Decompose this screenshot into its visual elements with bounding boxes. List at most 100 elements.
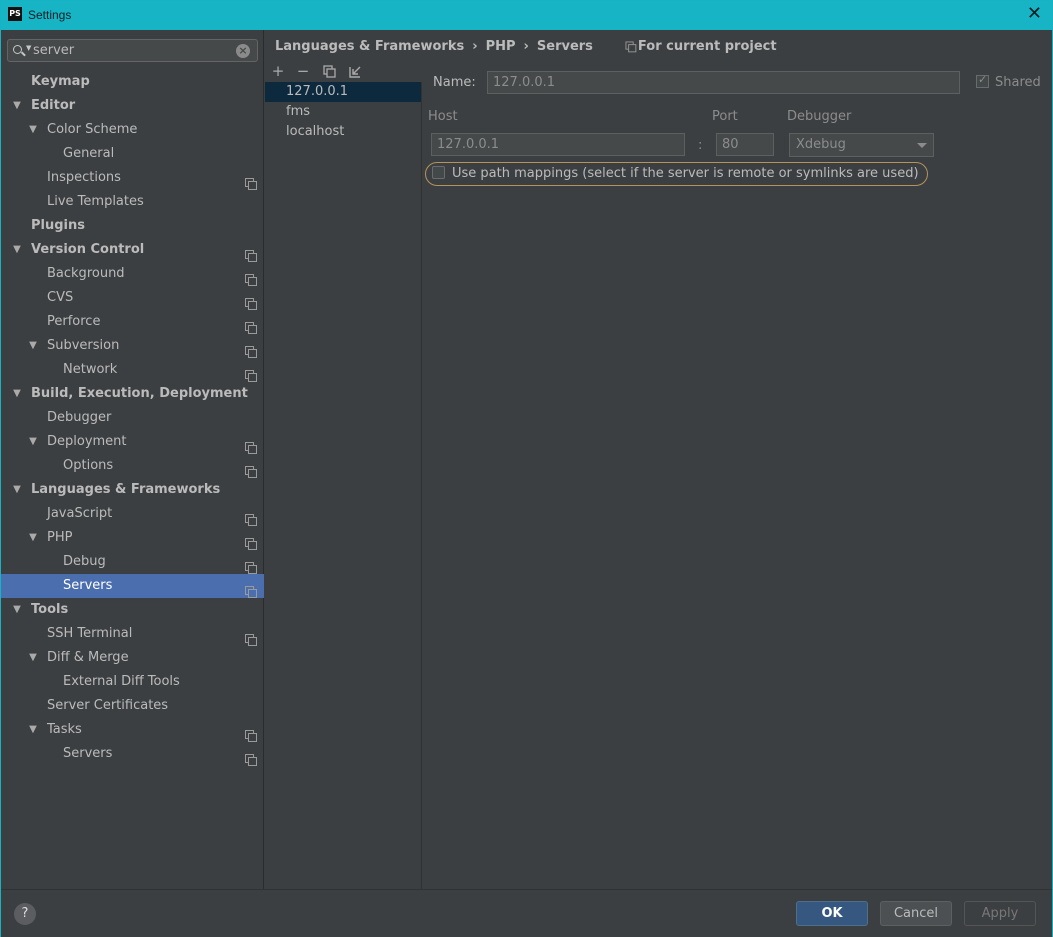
sidebar-item-label: Plugins xyxy=(31,218,85,233)
debugger-select-value: Xdebug xyxy=(796,137,846,152)
expand-arrow-icon[interactable]: ▼ xyxy=(11,598,23,622)
port-label: Port xyxy=(712,109,738,124)
sidebar-item-label: Editor xyxy=(31,98,76,113)
search-icon[interactable]: ▼ xyxy=(12,43,32,59)
sidebar-item-label: PHP xyxy=(47,530,73,545)
search-input-value[interactable]: server xyxy=(33,43,74,58)
host-field[interactable]: 127.0.0.1 xyxy=(431,133,685,156)
expand-arrow-icon[interactable]: ▼ xyxy=(11,238,23,262)
help-button[interactable]: ? xyxy=(14,903,36,925)
sidebar-item-label: Languages & Frameworks xyxy=(31,482,221,497)
cancel-button[interactable]: Cancel xyxy=(880,901,952,926)
path-mappings-label: Use path mappings (select if the server … xyxy=(452,166,919,181)
server-list-item[interactable]: 127.0.0.1 xyxy=(265,82,421,102)
sidebar-item-editor[interactable]: ▼ Editor xyxy=(1,94,264,118)
sidebar-item-version-control[interactable]: ▼ Version Control xyxy=(1,238,264,262)
close-icon[interactable]: ✕ xyxy=(1027,5,1042,23)
sidebar-item-general[interactable]: General xyxy=(1,142,264,166)
sidebar-item-perforce[interactable]: Perforce xyxy=(1,310,264,334)
server-list-item[interactable]: localhost xyxy=(265,122,421,142)
sidebar-item-label: JavaScript xyxy=(47,506,113,521)
sidebar-item-servers[interactable]: Servers xyxy=(1,574,264,598)
import-server-button[interactable] xyxy=(345,61,365,81)
sidebar-item-label: Background xyxy=(47,266,125,281)
sidebar-item-live-templates[interactable]: Live Templates xyxy=(1,190,264,214)
sidebar-item-label: Build, Execution, Deployment xyxy=(31,386,248,401)
expand-arrow-icon[interactable]: ▼ xyxy=(27,718,39,742)
server-name-field[interactable]: 127.0.0.1 xyxy=(487,71,960,94)
add-server-button[interactable]: + xyxy=(268,61,288,81)
project-level-icon xyxy=(245,437,257,454)
path-mappings-check-icon[interactable] xyxy=(432,166,445,179)
project-level-icon xyxy=(245,317,257,334)
breadcrumb: Languages & Frameworks › PHP › Servers For cu… xyxy=(275,39,777,57)
sidebar-item-options[interactable]: Options xyxy=(1,454,264,478)
sidebar-item-label: External Diff Tools xyxy=(63,674,180,689)
sidebar-item-build-execution-deployment[interactable]: ▼ Build, Execution, Deployment xyxy=(1,382,264,406)
expand-arrow-icon[interactable]: ▼ xyxy=(11,94,23,118)
sidebar-item-subversion[interactable]: ▼ Subversion xyxy=(1,334,264,358)
port-field[interactable]: 80 xyxy=(716,133,774,156)
sidebar-item-javascript[interactable]: JavaScript xyxy=(1,502,264,526)
ok-button[interactable]: OK xyxy=(796,901,868,926)
expand-arrow-icon[interactable]: ▼ xyxy=(27,334,39,358)
remove-server-button[interactable]: − xyxy=(293,61,313,81)
project-level-icon xyxy=(245,629,257,646)
sidebar-item-server-certificates[interactable]: Server Certificates xyxy=(1,694,264,718)
sidebar-item-tools[interactable]: ▼ Tools xyxy=(1,598,264,622)
sidebar-item-color-scheme[interactable]: ▼ Color Scheme xyxy=(1,118,264,142)
sidebar-item-ssh-terminal[interactable]: SSH Terminal xyxy=(1,622,264,646)
dialog-footer: ? OK Cancel Apply xyxy=(1,889,1052,937)
expand-arrow-icon[interactable]: ▼ xyxy=(27,118,39,142)
sidebar-item-debugger[interactable]: Debugger xyxy=(1,406,264,430)
project-level-icon xyxy=(245,269,257,286)
sidebar-item-cvs[interactable]: CVS xyxy=(1,286,264,310)
sidebar-item-label: CVS xyxy=(47,290,74,305)
expand-arrow-icon[interactable]: ▼ xyxy=(27,646,39,670)
sidebar-item-label: Version Control xyxy=(31,242,145,257)
sidebar-item-label: Tools xyxy=(31,602,69,617)
expand-arrow-icon[interactable]: ▼ xyxy=(11,382,23,406)
sidebar-item-label: Inspections xyxy=(47,170,121,185)
clear-search-icon[interactable]: × xyxy=(236,44,250,58)
sidebar-item-tasks[interactable]: ▼ Tasks xyxy=(1,718,264,742)
sidebar-item-label: Deployment xyxy=(47,434,127,449)
expand-arrow-icon[interactable]: ▼ xyxy=(11,478,23,502)
sidebar-item-languages-frameworks[interactable]: ▼ Languages & Frameworks xyxy=(1,478,264,502)
sidebar-item-label: Diff & Merge xyxy=(47,650,129,665)
import-icon xyxy=(348,66,360,78)
sidebar-item-plugins[interactable]: Plugins xyxy=(1,214,264,238)
breadcrumb-item-languages-frameworks: Languages & Frameworks xyxy=(275,39,465,54)
server-list-toolbar: + − xyxy=(265,60,422,82)
sidebar-item-external-diff-tools[interactable]: External Diff Tools xyxy=(1,670,264,694)
apply-button[interactable]: Apply xyxy=(964,901,1036,926)
sidebar-item-label: Options xyxy=(63,458,114,473)
sidebar-item-label: Keymap xyxy=(31,74,90,89)
sidebar-item-php[interactable]: ▼ PHP xyxy=(1,526,264,550)
sidebar-item-label: General xyxy=(63,146,115,161)
copy-server-button[interactable] xyxy=(319,61,339,81)
sidebar-item-network[interactable]: Network xyxy=(1,358,264,382)
server-list-item[interactable]: fms xyxy=(265,102,421,122)
sidebar-item-label: Subversion xyxy=(47,338,120,353)
sidebar-item-servers[interactable]: Servers xyxy=(1,742,264,766)
sidebar-item-keymap[interactable]: Keymap xyxy=(1,70,264,94)
settings-search-input[interactable]: ▼ server × xyxy=(7,39,258,62)
sidebar-item-diff-merge[interactable]: ▼ Diff & Merge xyxy=(1,646,264,670)
settings-tree: Keymap ▼ Editor ▼ Color Scheme General Inspect… xyxy=(1,70,264,766)
expand-arrow-icon[interactable]: ▼ xyxy=(27,430,39,454)
path-mappings-checkbox[interactable]: Use path mappings (select if the server … xyxy=(425,162,928,186)
shared-checkbox[interactable]: Shared xyxy=(976,73,1041,90)
breadcrumb-item-servers: Servers xyxy=(536,39,593,54)
shared-check-icon[interactable] xyxy=(976,73,989,88)
project-level-icon xyxy=(245,533,257,550)
debugger-select[interactable]: Xdebug xyxy=(789,133,934,157)
sidebar-item-debug[interactable]: Debug xyxy=(1,550,264,574)
sidebar-item-background[interactable]: Background xyxy=(1,262,264,286)
expand-arrow-icon[interactable]: ▼ xyxy=(27,526,39,550)
project-level-icon xyxy=(245,341,257,358)
shared-label: Shared xyxy=(995,75,1041,90)
sidebar-item-label: Live Templates xyxy=(47,194,144,209)
sidebar-item-deployment[interactable]: ▼ Deployment xyxy=(1,430,264,454)
sidebar-item-inspections[interactable]: Inspections xyxy=(1,166,264,190)
